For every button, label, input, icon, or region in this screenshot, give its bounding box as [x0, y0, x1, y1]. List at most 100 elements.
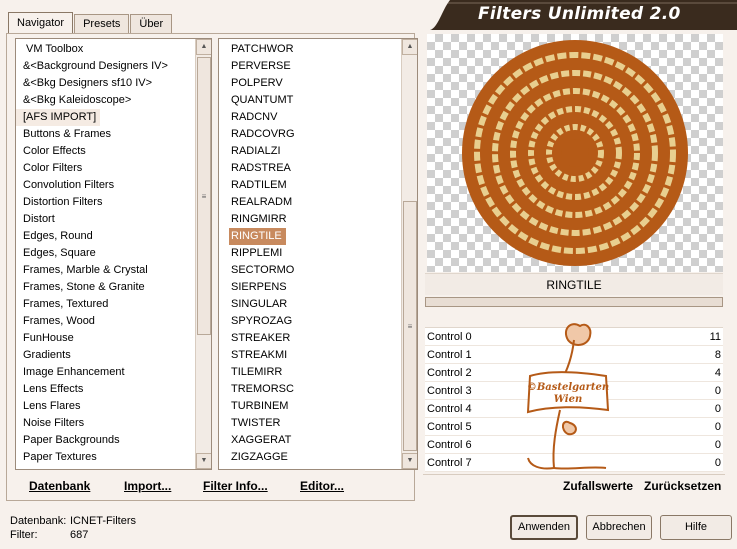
filter-item[interactable]: RINGTILE — [229, 228, 286, 245]
reset-button[interactable]: Zurücksetzen — [644, 479, 721, 493]
tab-presets[interactable]: Presets — [74, 14, 130, 33]
ringtile-preview-image — [462, 40, 688, 266]
category-item[interactable]: Color Filters — [16, 160, 211, 177]
filter-item[interactable]: PATCHWOR — [219, 41, 417, 58]
filter-item[interactable]: RADSTREA — [219, 160, 417, 177]
filter-item[interactable]: RADCNV — [219, 109, 417, 126]
scroll-up-icon[interactable]: ▲ — [402, 39, 417, 55]
scroll-down-icon[interactable]: ▼ — [196, 453, 211, 469]
app-title: Filters Unlimited 2.0 — [478, 4, 681, 24]
category-item[interactable]: Edges, Round — [16, 228, 211, 245]
category-item[interactable]: Noise Filters — [16, 415, 211, 432]
import-button[interactable]: Import... — [124, 479, 171, 493]
filters-unlimited-window: Filters Unlimited 2.0 Navigator Presets … — [0, 0, 737, 549]
category-item[interactable]: &<Bkg Kaleidoscope> — [16, 92, 211, 109]
control-value[interactable]: 8 — [715, 349, 721, 361]
editor-button[interactable]: Editor... — [300, 479, 344, 493]
control-value[interactable]: 0 — [715, 439, 721, 451]
category-item[interactable]: [AFS IMPORT] — [16, 109, 101, 126]
filter-list[interactable]: PATCHWOR PERVERSE POLPERV QUANTUMT RADCNV RAD… — [218, 38, 418, 470]
category-item[interactable]: Paper Backgrounds — [16, 432, 211, 449]
filter-item[interactable]: RINGMIRR — [219, 211, 417, 228]
filter-item[interactable]: TWISTER — [219, 415, 417, 432]
filter-item[interactable]: TREMORSC — [219, 381, 417, 398]
category-scroll-thumb[interactable]: ≡ — [197, 57, 211, 335]
category-item[interactable]: Frames, Marble & Crystal — [16, 262, 211, 279]
progress-bar — [425, 297, 723, 307]
category-item[interactable]: Frames, Stone & Granite — [16, 279, 211, 296]
control-label: Control 5 — [427, 421, 472, 433]
category-item[interactable]: Convolution Filters — [16, 177, 211, 194]
filter-item[interactable]: RADCOVRG — [219, 126, 417, 143]
db-label: Datenbank: — [10, 515, 67, 527]
watermark-line-1: ©Bastelgarten — [527, 382, 609, 393]
filter-item[interactable]: STREAKMI — [219, 347, 417, 364]
datenbank-button[interactable]: Datenbank — [29, 479, 90, 493]
filter-item[interactable]: XAGGERAT — [219, 432, 417, 449]
cancel-button[interactable]: Abbrechen — [586, 515, 652, 540]
category-item[interactable]: Frames, Textured — [16, 296, 211, 313]
filter-item[interactable]: REALRADM — [219, 194, 417, 211]
category-item[interactable]: FunHouse — [16, 330, 211, 347]
filter-item[interactable]: PERVERSE — [219, 58, 417, 75]
filter-item[interactable]: SINGULAR — [219, 296, 417, 313]
category-item[interactable]: Gradients — [16, 347, 211, 364]
control-value[interactable]: 0 — [715, 457, 721, 469]
db-value: ICNET-Filters — [70, 515, 136, 527]
bastelgarten-watermark: ©Bastelgarten Wien — [527, 323, 609, 470]
filter-scrollbar[interactable]: ▲ ≡ ▼ — [401, 39, 417, 469]
control-value[interactable]: 0 — [715, 385, 721, 397]
scroll-down-icon[interactable]: ▼ — [402, 453, 417, 469]
filter-item[interactable]: RADTILEM — [219, 177, 417, 194]
filter-count-value: 687 — [70, 529, 89, 541]
category-item[interactable]: Distortion Filters — [16, 194, 211, 211]
category-item[interactable]: Distort — [16, 211, 211, 228]
category-item[interactable]: Lens Effects — [16, 381, 211, 398]
category-item[interactable]: Color Effects — [16, 143, 211, 160]
filter-item[interactable]: RIPPLEMI — [219, 245, 417, 262]
filter-scroll-thumb[interactable]: ≡ — [403, 201, 417, 451]
category-scrollbar[interactable]: ▲ ≡ ▼ — [195, 39, 211, 469]
control-value[interactable]: 4 — [715, 367, 721, 379]
category-list[interactable]: VM Toolbox &<Background Designers IV> &<Bk… — [15, 38, 212, 470]
apply-button[interactable]: Anwenden — [510, 515, 578, 540]
tab-navigator[interactable]: Navigator — [8, 12, 74, 33]
control-label: Control 2 — [427, 367, 472, 379]
control-value[interactable]: 11 — [710, 331, 721, 343]
filter-preview — [427, 34, 723, 272]
tab-uber[interactable]: Über — [130, 14, 173, 33]
filter-item[interactable]: SIERPENS — [219, 279, 417, 296]
filter-item[interactable]: TILEMIRR — [219, 364, 417, 381]
filter-item[interactable]: SPYROZAG — [219, 313, 417, 330]
control-value[interactable]: 0 — [715, 403, 721, 415]
scroll-up-icon[interactable]: ▲ — [196, 39, 211, 55]
control-label: Control 0 — [427, 331, 472, 343]
category-item[interactable]: &<Background Designers IV> — [16, 58, 211, 75]
filter-item[interactable]: TURBINEM — [219, 398, 417, 415]
filter-item[interactable]: STREAKER — [219, 330, 417, 347]
filter-name-label: RINGTILE — [425, 273, 723, 295]
filter-item[interactable]: SECTORMO — [219, 262, 417, 279]
filter-info-button[interactable]: Filter Info... — [203, 479, 268, 493]
category-item[interactable]: Edges, Square — [16, 245, 211, 262]
control-value[interactable]: 0 — [715, 421, 721, 433]
filter-count-label: Filter: — [10, 529, 38, 541]
category-item[interactable]: Buttons & Frames — [16, 126, 211, 143]
random-values-button[interactable]: Zufallswerte — [563, 479, 633, 493]
control-label: Control 1 — [427, 349, 472, 361]
filter-item[interactable]: RADIALZI — [219, 143, 417, 160]
category-item[interactable]: Frames, Wood — [16, 313, 211, 330]
filter-item[interactable]: QUANTUMT — [219, 92, 417, 109]
category-item[interactable]: Paper Textures — [16, 449, 211, 466]
category-item[interactable]: &<Bkg Designers sf10 IV> — [16, 75, 211, 92]
watermark-line-2: Wien — [554, 394, 583, 405]
control-label: Control 6 — [427, 439, 472, 451]
control-label: Control 7 — [427, 457, 472, 469]
filter-item[interactable]: POLPERV — [219, 75, 417, 92]
category-item[interactable]: Image Enhancement — [16, 364, 211, 381]
control-label: Control 3 — [427, 385, 472, 397]
filter-item[interactable]: ZIGZAGGE — [219, 449, 417, 466]
category-item[interactable]: Lens Flares — [16, 398, 211, 415]
category-item[interactable]: VM Toolbox — [16, 41, 211, 58]
help-button[interactable]: Hilfe — [660, 515, 732, 540]
